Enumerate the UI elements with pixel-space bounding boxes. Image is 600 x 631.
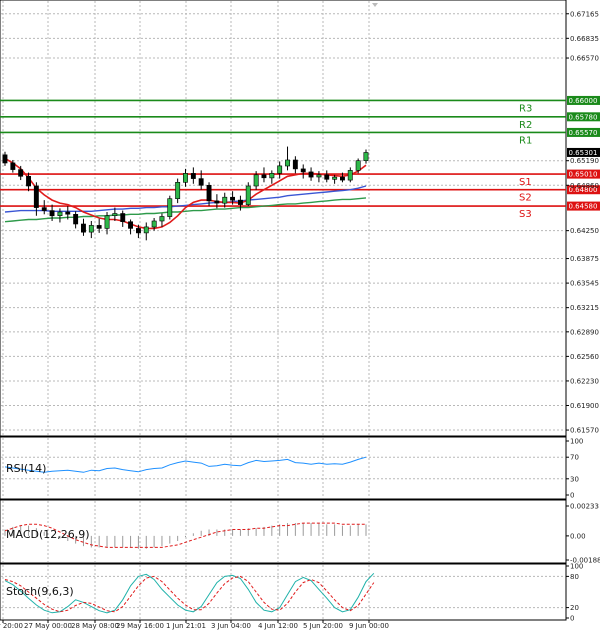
level-label-r2: R2 [519,120,532,131]
candle-down [300,168,306,173]
candle-up [222,196,228,204]
candle-down [2,154,8,164]
chart-background [0,0,600,631]
candle-up [316,174,322,178]
rsi-tick-label: 70 [570,454,579,462]
rsi-tick-label: 100 [570,438,583,446]
stoch-tick-label: 20 [570,604,579,612]
macd-tick-label: 0.00 [570,532,586,540]
candle-up [104,215,110,229]
candle-down [206,185,212,202]
time-label: 3 Jun 04:00 [211,622,251,630]
rsi-tick-label: 30 [570,475,579,483]
stoch-tick-label: 0 [570,615,574,623]
candle-down [65,211,71,215]
level-price-text: 0.66000 [569,97,598,105]
level-label-r3: R3 [519,103,532,114]
price-tick-label: 0.67165 [570,10,599,18]
candle-down [96,225,102,229]
stoch-tick-label: 100 [570,563,583,571]
candle-up [175,182,181,200]
price-tick-label: 0.65190 [570,157,599,165]
level-price-text: 0.65010 [569,171,598,179]
stoch-label: Stoch(9,6,3) [6,585,74,598]
price-tick-label: 0.63545 [570,280,599,288]
price-tick-label: 0.61570 [570,427,599,435]
candle-up [332,176,338,180]
candle-down [49,210,55,217]
time-label: 5 Jun 20:00 [303,622,343,630]
price-tick-label: 0.66835 [570,35,599,43]
candle-up [143,226,149,234]
price-tick-label: 0.64860 [570,182,599,190]
candle-up [88,225,94,233]
candle-down [18,169,24,177]
level-price-text: 0.64580 [569,203,598,211]
level-label-s3: S3 [519,209,532,220]
candle-down [128,221,133,229]
candle-down [292,159,298,170]
current-price-text: 0.65301 [569,149,598,157]
candle-up [355,160,361,171]
candle-up [363,152,369,161]
candle-down [81,223,86,233]
candle-down [10,162,16,170]
time-label: 4 Jun 12:00 [258,622,298,630]
level-price-text: 0.65570 [569,129,598,137]
macd-label: MACD(12,26,9) [6,528,90,541]
candle-up [151,220,157,228]
candle-up [112,213,118,217]
candle-up [277,165,283,174]
candle-down [339,176,345,181]
price-tick-label: 0.61900 [570,402,599,410]
candle-up [245,185,251,205]
candle-up [285,159,290,167]
price-tick-label: 0.64250 [570,227,599,235]
candle-down [198,178,204,186]
time-label: 9 Jun 00:00 [349,622,389,630]
candle-up [183,173,188,183]
time-label: 28 May 08:00 [71,622,119,630]
candle-up [347,170,353,181]
candle-up [159,216,165,222]
candle-down [324,174,330,180]
price-tick-label: 0.63875 [570,255,599,263]
time-label: 29 May 16:00 [116,622,164,630]
candle-down [136,228,141,234]
price-tick-label: 0.62560 [570,353,599,361]
candle-down [26,176,31,187]
rsi-label: RSI(14) [6,462,46,475]
macd-tick-label: 0.00233 [570,503,599,511]
candle-up [57,211,63,217]
candle-down [33,185,39,208]
candle-down [238,199,243,205]
price-tick-label: 0.62890 [570,328,599,336]
level-price-text: 0.65780 [569,113,598,121]
candle-down [120,213,126,222]
time-label: 1 Jun 21:01 [166,622,206,630]
candle-up [269,173,275,179]
candle-down [261,174,267,179]
time-label: y 20:00 [0,622,23,630]
price-tick-label: 0.66570 [570,55,599,63]
stoch-tick-label: 80 [570,573,579,581]
time-label: 27 May 00:00 [24,622,72,630]
level-label-s1: S1 [519,177,532,188]
trading-chart: R3 0.66000 R2 0.65780 R1 0.65570 S1 0.65010 S2 0.… [0,0,600,631]
candle-down [214,200,220,204]
rsi-tick-label: 0 [570,492,574,500]
candle-up [167,198,173,217]
candle-down [230,196,235,201]
price-tick-label: 0.63215 [570,304,599,312]
candle-down [190,173,196,179]
level-label-r1: R1 [519,135,532,146]
candle-down [308,171,314,178]
candle-down [73,214,79,225]
candle-down [41,207,47,211]
candle-up [253,174,259,187]
level-label-s2: S2 [519,193,532,204]
price-tick-label: 0.62230 [570,377,599,385]
